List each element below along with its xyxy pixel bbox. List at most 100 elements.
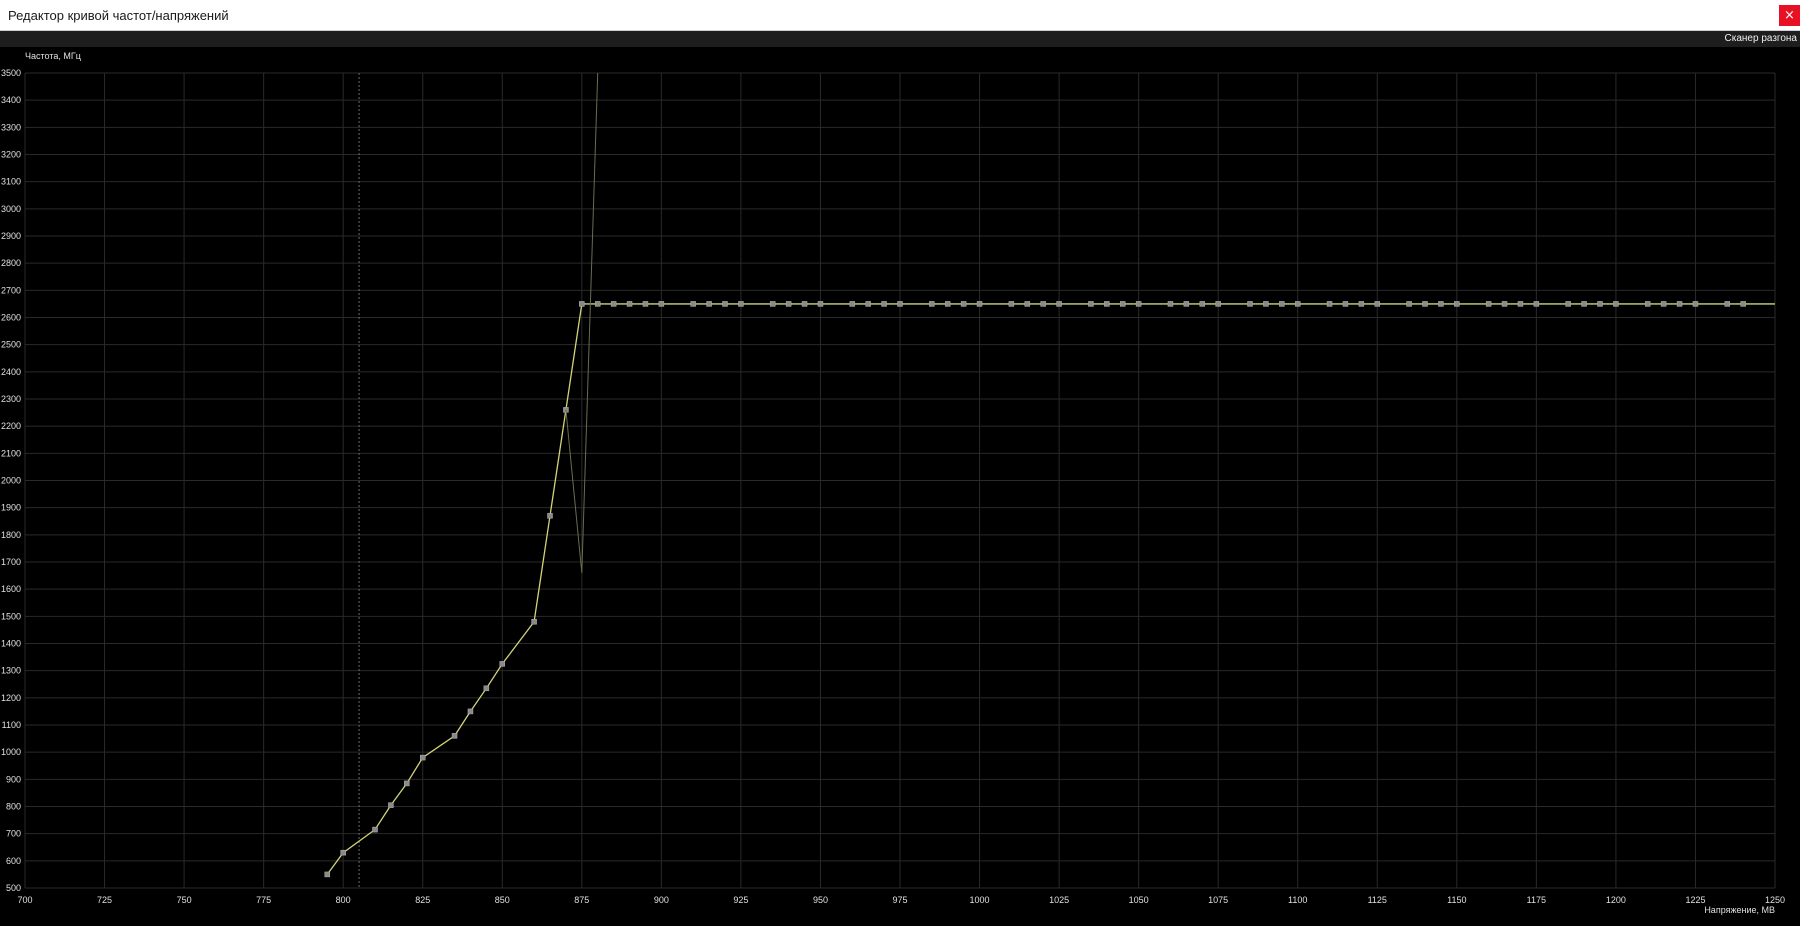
y-tick-label: 1300 <box>1 666 21 676</box>
curve-point[interactable] <box>642 301 649 307</box>
curve-point[interactable] <box>547 513 553 519</box>
y-tick-label: 2800 <box>1 258 21 268</box>
curve-point[interactable] <box>340 849 346 856</box>
x-tick-label: 925 <box>733 895 748 905</box>
curve-point[interactable] <box>1183 301 1190 307</box>
curve-point[interactable] <box>817 301 824 307</box>
curve-point[interactable] <box>1724 301 1731 307</box>
curve-point[interactable] <box>626 301 633 307</box>
x-tick-label: 900 <box>654 895 669 905</box>
curve-point[interactable] <box>1294 301 1301 307</box>
curve-point[interactable] <box>1279 301 1285 307</box>
curve-point[interactable] <box>1056 301 1062 307</box>
y-tick-label: 1100 <box>2 720 21 730</box>
y-tick-label: 2600 <box>1 313 21 323</box>
curve-point[interactable] <box>1247 301 1253 307</box>
curve-point[interactable] <box>1135 301 1142 307</box>
y-tick-label: 2300 <box>1 394 21 404</box>
close-icon[interactable]: × <box>1779 5 1800 26</box>
curve-point[interactable] <box>658 301 665 307</box>
x-axis-label: Напряжение, МВ <box>1704 905 1775 915</box>
curve-point[interactable] <box>1326 301 1333 307</box>
curve-point[interactable] <box>976 301 983 307</box>
curve-point[interactable] <box>722 301 728 307</box>
curve-point[interactable] <box>897 301 903 307</box>
curve-point[interactable] <box>1438 301 1444 307</box>
curve-point[interactable] <box>1485 301 1492 307</box>
curve-point[interactable] <box>499 661 506 667</box>
curve-point[interactable] <box>1533 301 1540 307</box>
curve-point[interactable] <box>594 301 601 307</box>
curve-point[interactable] <box>1597 301 1603 307</box>
curve-point[interactable] <box>690 301 696 307</box>
curve-point[interactable] <box>960 301 967 307</box>
curve-point[interactable] <box>1740 301 1746 307</box>
y-tick-label: 1600 <box>1 584 21 594</box>
curve-point[interactable] <box>706 301 712 307</box>
x-tick-label: 1225 <box>1685 895 1705 905</box>
curve-point[interactable] <box>1581 301 1587 307</box>
curve-point[interactable] <box>1565 301 1571 307</box>
curve-point[interactable] <box>1008 301 1015 307</box>
curve-point[interactable] <box>451 733 458 739</box>
x-tick-label: 825 <box>415 895 430 905</box>
curve-point[interactable] <box>801 301 808 307</box>
curve-point[interactable] <box>1088 301 1094 307</box>
curve-point[interactable] <box>531 619 537 625</box>
curve-point[interactable] <box>1342 301 1349 307</box>
curve-point[interactable] <box>324 871 331 878</box>
curve-point[interactable] <box>1454 301 1460 307</box>
y-tick-label: 700 <box>6 829 21 839</box>
curve-point[interactable] <box>865 301 871 307</box>
curve-point[interactable] <box>404 780 410 787</box>
curve-point[interactable] <box>1422 301 1428 307</box>
curve-point[interactable] <box>1040 301 1046 307</box>
curve-point[interactable] <box>1215 301 1221 307</box>
curve-point[interactable] <box>1024 301 1031 307</box>
curve-point[interactable] <box>1119 301 1126 307</box>
curve-point[interactable] <box>419 754 426 761</box>
curve-point[interactable] <box>1374 301 1381 307</box>
curve-point[interactable] <box>1501 301 1508 307</box>
curve-point[interactable] <box>1644 301 1651 307</box>
curve-point[interactable] <box>738 301 744 307</box>
y-tick-label: 1500 <box>1 611 21 621</box>
x-tick-label: 1000 <box>970 895 990 905</box>
curve-point[interactable] <box>944 301 951 307</box>
curve-point[interactable] <box>1263 301 1269 307</box>
x-tick-label: 1200 <box>1606 895 1626 905</box>
x-tick-label: 1100 <box>1288 895 1307 905</box>
curve-point[interactable] <box>1676 301 1683 307</box>
curve-point[interactable] <box>849 301 856 307</box>
y-tick-label: 1400 <box>1 639 21 649</box>
curve-point[interactable] <box>610 301 617 307</box>
chart-svg[interactable]: 700 725 750 775 800 825 850 875 900 925 950 975 1000… <box>0 47 1800 921</box>
curve-point[interactable] <box>1692 301 1699 307</box>
curve-point[interactable] <box>467 708 474 715</box>
y-tick-label: 3500 <box>1 68 21 78</box>
curve-point[interactable] <box>388 802 394 808</box>
curve-point[interactable] <box>1104 301 1110 307</box>
curve-point[interactable] <box>579 301 585 307</box>
curve-point[interactable] <box>769 301 776 307</box>
curve-point[interactable] <box>1406 301 1412 307</box>
x-tick-label: 950 <box>813 895 828 905</box>
curve-point[interactable] <box>929 301 935 307</box>
curve-point[interactable] <box>1358 301 1365 307</box>
y-tick-label: 3000 <box>1 204 21 214</box>
x-tick-label: 1075 <box>1208 895 1228 905</box>
curve-point[interactable] <box>483 685 490 692</box>
y-tick-label: 2900 <box>1 231 21 241</box>
curve-point[interactable] <box>1517 301 1524 307</box>
oc-scanner-button[interactable]: Сканер разгона <box>1725 33 1797 44</box>
curve-point[interactable] <box>1613 301 1619 307</box>
vf-curve-chart[interactable]: 700 725 750 775 800 825 850 875 900 925 950 975 1000… <box>0 47 1800 921</box>
curve-point[interactable] <box>372 826 378 833</box>
curve-point[interactable] <box>881 301 887 307</box>
curve-point[interactable] <box>1199 301 1206 307</box>
curve-point[interactable] <box>785 301 792 307</box>
curve-point[interactable] <box>1660 301 1667 307</box>
curve-point[interactable] <box>1167 301 1174 307</box>
y-tick-label: 800 <box>6 802 21 812</box>
y-tick-label: 900 <box>6 774 21 784</box>
